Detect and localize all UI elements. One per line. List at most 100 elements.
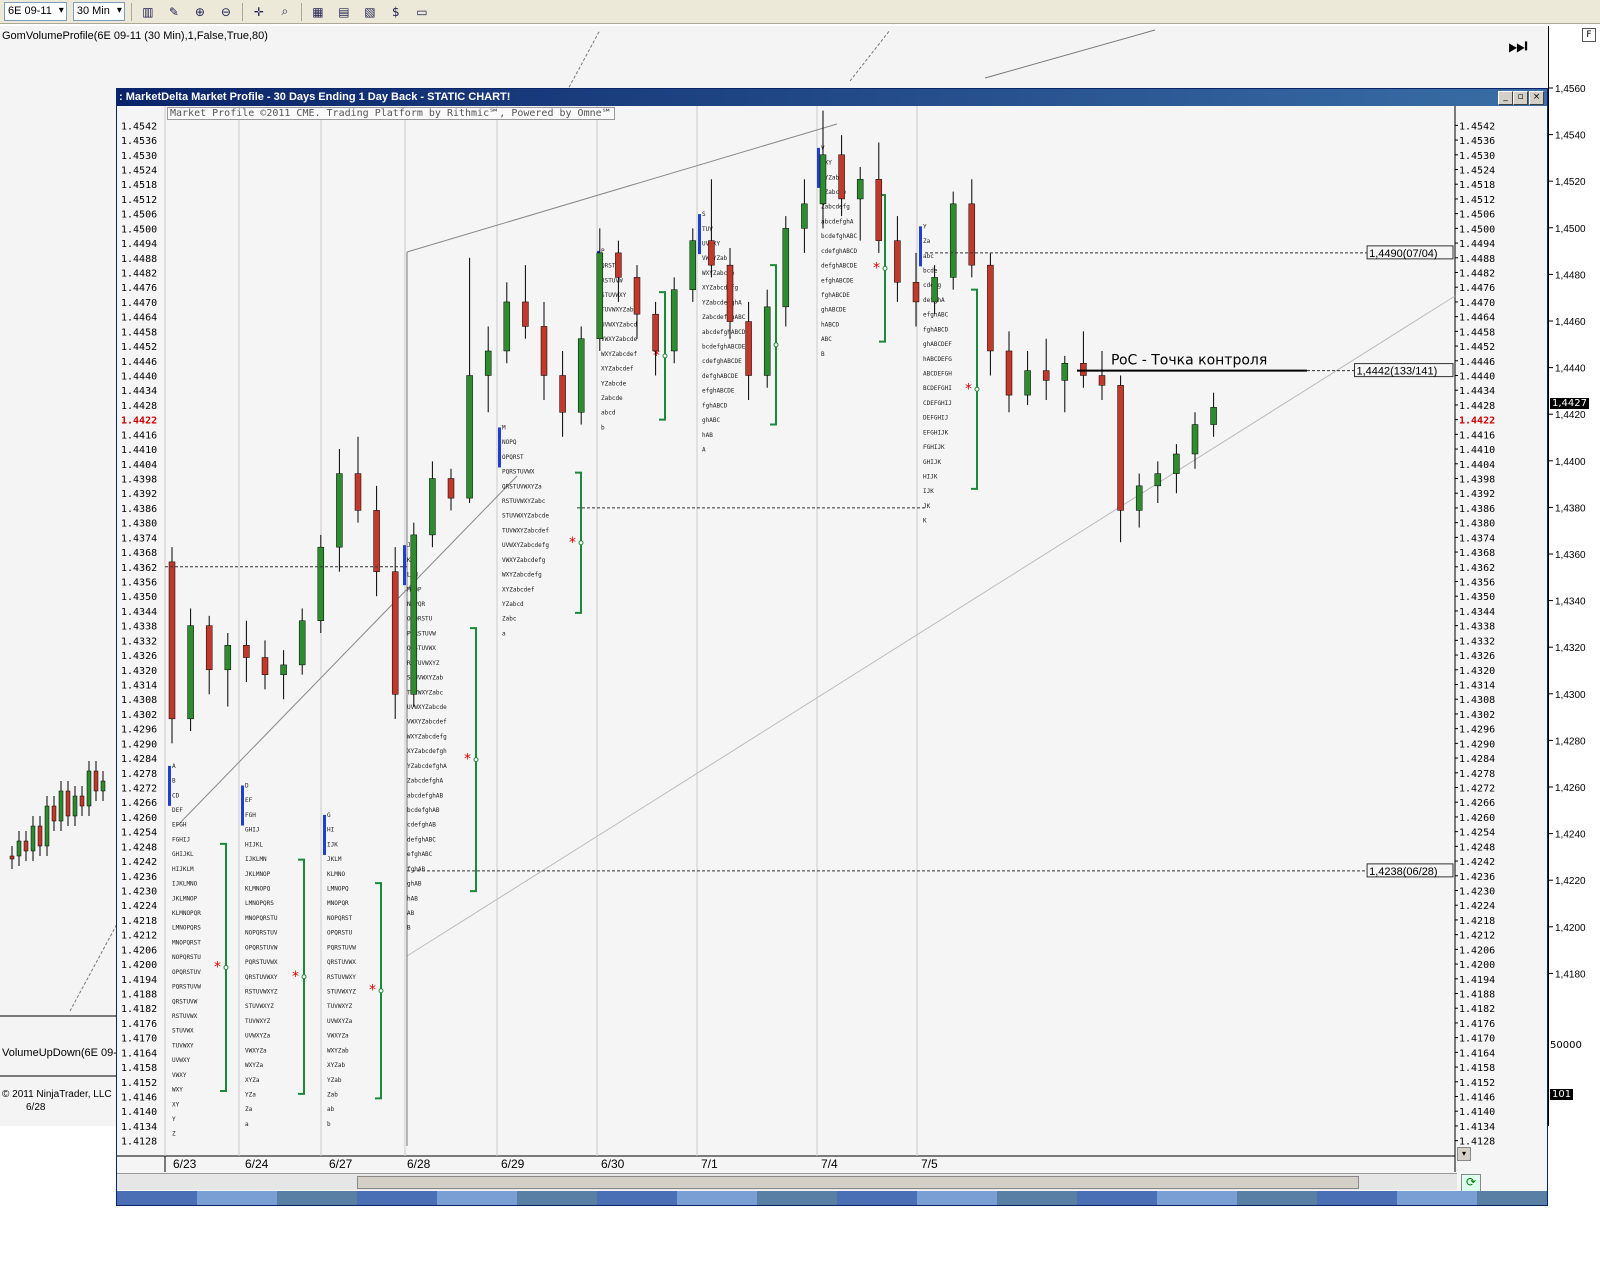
right-price-tick-label: 1.4476 (1459, 283, 1495, 294)
candle-body (447, 478, 455, 499)
right-price-tick-label: 1.4386 (1459, 504, 1495, 515)
tpo-row: JKLMNOP (172, 895, 198, 902)
instrument-selector[interactable]: 6E 09-11 (4, 2, 67, 21)
tpo-row: IJK (327, 841, 338, 848)
left-price-tick-label: 1.4134 (121, 1122, 157, 1133)
zoom-in-icon[interactable]: ⊕ (190, 2, 210, 22)
f-button[interactable]: F (1582, 28, 1596, 42)
candle-body (1005, 350, 1013, 396)
ninja-axis-label: 1,4540 (1555, 131, 1586, 142)
tpo-row: NOPQ (502, 439, 517, 446)
right-price-tick-label: 1.4212 (1459, 931, 1495, 942)
right-price-tick-label: 1.4266 (1459, 798, 1495, 809)
left-price-tick-label: 1.4422 (121, 416, 157, 427)
tpo-row: NOPQRSTU (172, 954, 201, 961)
open-marker: * (569, 535, 576, 551)
tpo-row: STUVWXYZ (327, 989, 356, 996)
poc-marker (578, 540, 584, 546)
right-price-tick-label: 1.4488 (1459, 254, 1495, 265)
tpo-row: OPQRSTU (327, 930, 353, 937)
left-price-tick-label: 1.4158 (121, 1063, 157, 1074)
tpo-row: bcde (923, 268, 938, 275)
tpo-row: UVWXYZabcde (407, 704, 447, 711)
tpo-row: Zabcde (601, 395, 623, 402)
left-price-tick-label: 1.4296 (121, 725, 157, 736)
crosshair-icon[interactable]: ✛ (249, 2, 269, 22)
close-button[interactable]: × (1529, 91, 1544, 105)
candle-body (819, 154, 827, 205)
right-price-tick-label: 1.4524 (1459, 166, 1495, 177)
magnifier-icon[interactable]: ⌕ (275, 2, 295, 22)
right-price-tick-label: 1.4398 (1459, 475, 1495, 486)
maximize-button[interactable]: ▫ (1513, 91, 1528, 105)
left-price-tick-label: 1.4266 (121, 798, 157, 809)
tpo-row: TUVWXYZab (601, 307, 634, 314)
right-price-tick-label: 1.4536 (1459, 136, 1495, 147)
ninja-axis-label: 1,4300 (1555, 690, 1586, 701)
poc-marker (301, 974, 307, 980)
candle-body (1042, 370, 1050, 381)
tpo-row: b (601, 424, 605, 431)
candle-body (429, 478, 436, 536)
scrollbar-thumb[interactable] (357, 1176, 1359, 1189)
strategies-icon[interactable]: ▤ (334, 2, 354, 22)
left-price-tick-label: 1.4200 (121, 960, 157, 971)
level-label: 1,4490(07/04) (1369, 248, 1438, 260)
right-price-tick-label: 1.4158 (1459, 1063, 1495, 1074)
left-price-tick-label: 1.4368 (121, 548, 157, 559)
right-price-tick-label: 1.4344 (1459, 607, 1495, 618)
tpo-row: PQRSTUVW (172, 984, 201, 991)
candle-body (354, 473, 362, 511)
tpo-row: J (407, 542, 411, 549)
tpo-row: ABCDEFGH (923, 371, 952, 378)
open-marker: * (965, 381, 972, 397)
tpo-row: NOPQRST (327, 915, 353, 922)
tpo-row: K (923, 518, 927, 525)
ninja-candle (30, 825, 36, 852)
left-price-tick-label: 1.4488 (121, 254, 157, 265)
ninja-candle (93, 770, 99, 792)
go-to-end-icon[interactable]: ⏭ (1508, 34, 1528, 59)
indicator-label: GomVolumeProfile(6E 09-11 (30 Min),1,Fal… (2, 30, 268, 42)
scroll-down-icon[interactable]: ▾ (1457, 1147, 1471, 1161)
candle-body (224, 645, 232, 671)
tpo-row: ab (327, 1106, 335, 1113)
tpo-row: bcdefghABCDE (702, 344, 746, 351)
refresh-icon[interactable]: ⟳ (1461, 1174, 1481, 1192)
right-price-tick-label: 1.4236 (1459, 872, 1495, 883)
tpo-row: HIJK (923, 474, 938, 481)
tpo-row: ghABC (702, 417, 720, 424)
candle-body (670, 289, 678, 352)
left-price-tick-label: 1.4374 (121, 533, 157, 544)
dollar-icon[interactable]: $ (386, 2, 406, 22)
horizontal-scrollbar[interactable] (117, 1173, 1457, 1190)
ninja-candle (79, 795, 85, 807)
candle-body (633, 277, 641, 315)
right-price-tick-label: 1.4434 (1459, 386, 1495, 397)
right-price-tick-label: 1.4380 (1459, 519, 1495, 530)
chart-trader-icon[interactable]: ▧ (360, 2, 380, 22)
bar-type-icon[interactable]: ▥ (138, 2, 158, 22)
tpo-row: a (245, 1121, 249, 1128)
tpo-row: VWXY (172, 1072, 187, 1079)
tpo-row: YZabcdefghA (702, 299, 742, 306)
tpo-row: ZabcdefghABC (702, 314, 746, 321)
indicators-icon[interactable]: ▦ (308, 2, 328, 22)
ninja-candle (65, 790, 71, 817)
properties-icon[interactable]: ▭ (412, 2, 432, 22)
interval-selector[interactable]: 30 Min (72, 2, 125, 21)
right-price-tick-label: 1.4332 (1459, 636, 1495, 647)
tpo-row: BCDEFGHI (923, 385, 952, 392)
right-price-tick-label: 1.4278 (1459, 769, 1495, 780)
right-price-tick-label: 1.4272 (1459, 784, 1495, 795)
candle-body (782, 228, 790, 308)
tpo-row: QRST (601, 263, 616, 270)
tpo-row: Za (245, 1106, 253, 1113)
left-price-tick-label: 1.4284 (121, 754, 157, 765)
minimize-button[interactable]: _ (1498, 91, 1513, 105)
pencil-icon[interactable]: ✎ (164, 2, 184, 22)
open-marker: * (292, 969, 299, 985)
zoom-out-icon[interactable]: ⊖ (216, 2, 236, 22)
tpo-row: WXYZabcdefg (502, 572, 542, 579)
candle-body (726, 264, 734, 322)
